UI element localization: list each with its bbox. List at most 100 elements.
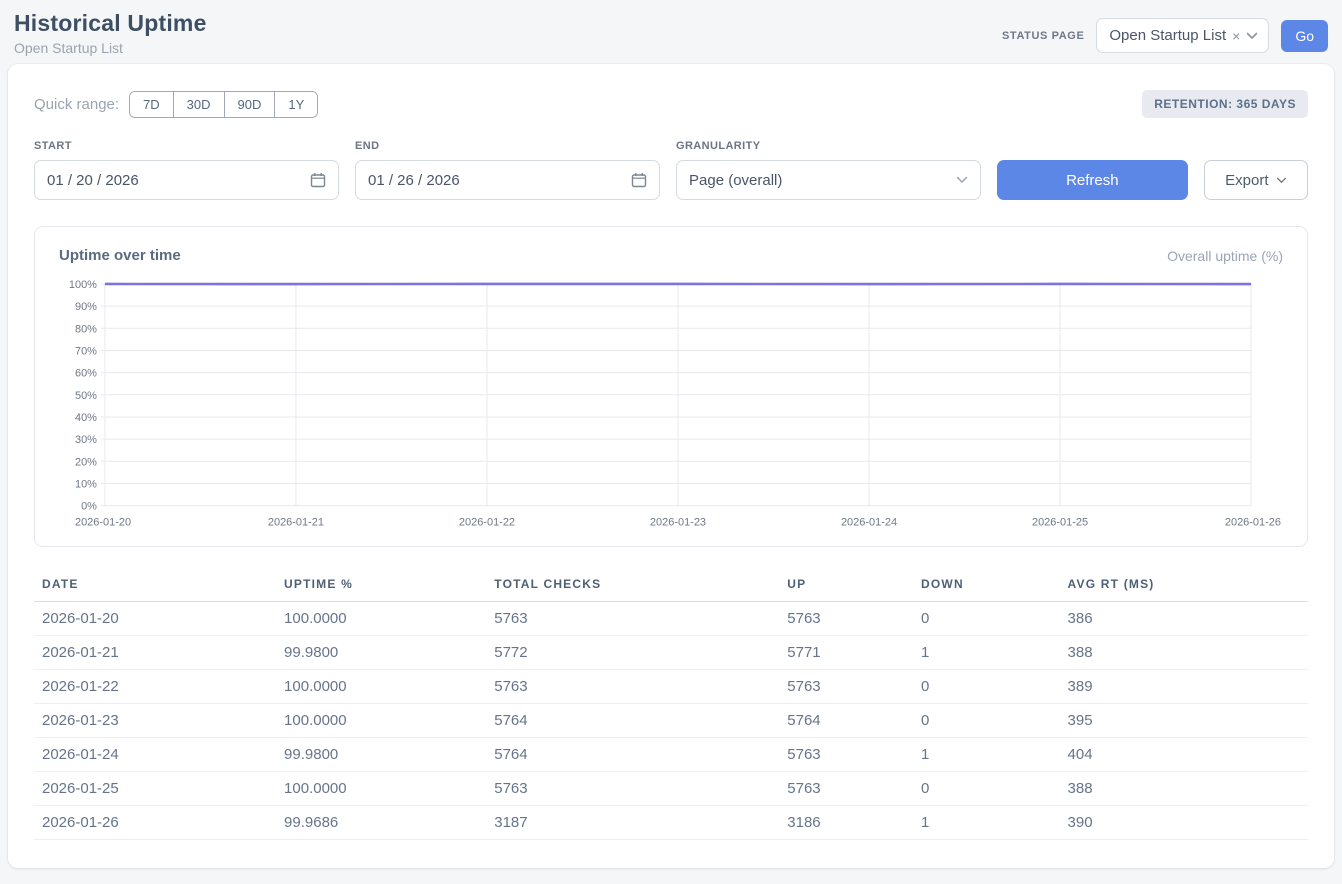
table-cell: 5764 [486,703,779,737]
quick-range-label: Quick range: [34,96,119,113]
column-header-avg-rt-ms-: AVG RT (MS) [1060,569,1308,602]
table-cell: 2026-01-21 [34,635,276,669]
y-axis-tick: 20% [75,456,97,468]
page-root: Historical Uptime Open Startup List STAT… [0,0,1342,868]
table-row: 2026-01-25100.0000576357630388 [34,771,1308,805]
table-cell: 404 [1060,737,1308,771]
end-date-field: END 01 / 26 / 2026 [355,140,660,200]
table-cell: 5763 [486,771,779,805]
end-date-input[interactable]: 01 / 26 / 2026 [355,160,660,200]
table-cell: 395 [1060,703,1308,737]
table-cell: 100.0000 [276,669,486,703]
chevron-down-icon [956,176,968,184]
table-cell: 5763 [779,737,913,771]
table-row: 2026-01-2199.9800577257711388 [34,635,1308,669]
table-cell: 389 [1060,669,1308,703]
table-cell: 1 [913,737,1060,771]
table-cell: 0 [913,669,1060,703]
retention-badge: RETENTION: 365 DAYS [1142,90,1308,118]
table-cell: 3186 [779,805,913,839]
table-cell: 5763 [779,669,913,703]
table-cell: 99.9800 [276,635,486,669]
x-axis-tick: 2026-01-24 [841,517,897,529]
table-cell: 2026-01-20 [34,601,276,635]
table-cell: 0 [913,771,1060,805]
table-cell: 2026-01-25 [34,771,276,805]
y-axis-tick: 50% [75,390,97,402]
table-cell: 3187 [486,805,779,839]
chart-svg: 0%10%20%30%40%50%60%70%80%90%100%2026-01… [59,274,1283,532]
start-date-value: 01 / 20 / 2026 [47,172,310,189]
filter-controls-row: START 01 / 20 / 2026 END 01 / 26 / 2026 … [34,140,1308,200]
y-axis-tick: 80% [75,323,97,335]
granularity-label: GRANULARITY [676,140,981,152]
calendar-icon[interactable] [310,172,326,188]
table-row: 2026-01-23100.0000576457640395 [34,703,1308,737]
end-label: END [355,140,660,152]
y-axis-tick: 0% [81,501,97,513]
table-cell: 100.0000 [276,771,486,805]
start-date-field: START 01 / 20 / 2026 [34,140,339,200]
table-cell: 390 [1060,805,1308,839]
refresh-button[interactable]: Refresh [997,160,1188,200]
chart-header: Uptime over time Overall uptime (%) [59,247,1283,264]
y-axis-tick: 30% [75,434,97,446]
clear-icon[interactable]: × [1232,29,1240,43]
x-axis-tick: 2026-01-23 [650,517,706,529]
table-row: 2026-01-20100.0000576357630386 [34,601,1308,635]
table-row: 2026-01-22100.0000576357630389 [34,669,1308,703]
granularity-select[interactable]: Page (overall) [676,160,981,200]
y-axis-tick: 40% [75,412,97,424]
export-button[interactable]: Export [1204,160,1308,200]
table-cell: 1 [913,805,1060,839]
main-panel: Quick range: 7D30D90D1Y RETENTION: 365 D… [8,64,1334,868]
table-cell: 100.0000 [276,601,486,635]
quick-range-30d[interactable]: 30D [173,92,224,117]
quick-range-1y[interactable]: 1Y [274,92,317,117]
calendar-icon[interactable] [631,172,647,188]
chevron-down-icon [1246,32,1258,40]
uptime-line-chart: 0%10%20%30%40%50%60%70%80%90%100%2026-01… [59,274,1283,532]
table-cell: 5763 [779,771,913,805]
chart-title: Uptime over time [59,247,181,264]
table-cell: 386 [1060,601,1308,635]
table-cell: 0 [913,601,1060,635]
quick-range-7d[interactable]: 7D [130,92,173,117]
go-button[interactable]: Go [1281,20,1328,52]
quick-range-group: 7D30D90D1Y [129,91,318,118]
status-page-select[interactable]: Open Startup List × [1096,18,1269,53]
column-header-total-checks: TOTAL CHECKS [486,569,779,602]
table-cell: 5764 [779,703,913,737]
chevron-down-icon [1276,177,1287,184]
table-cell: 2026-01-24 [34,737,276,771]
table-cell: 1 [913,635,1060,669]
start-date-input[interactable]: 01 / 20 / 2026 [34,160,339,200]
table-row: 2026-01-2699.9686318731861390 [34,805,1308,839]
table-cell: 2026-01-23 [34,703,276,737]
x-axis-tick: 2026-01-20 [75,517,131,529]
uptime-table: DATEUPTIME %TOTAL CHECKSUPDOWNAVG RT (MS… [34,569,1308,840]
status-page-label: STATUS PAGE [1002,30,1084,42]
title-block: Historical Uptime Open Startup List [14,10,207,56]
table-cell: 5763 [779,601,913,635]
page-subtitle: Open Startup List [14,40,207,56]
quick-range-90d[interactable]: 90D [224,92,275,117]
y-axis-tick: 90% [75,301,97,313]
granularity-field: GRANULARITY Page (overall) [676,140,981,200]
status-page-value: Open Startup List [1109,27,1226,44]
granularity-value: Page (overall) [689,172,956,189]
table-cell: 5772 [486,635,779,669]
table-row: 2026-01-2499.9800576457631404 [34,737,1308,771]
table-cell: 388 [1060,635,1308,669]
start-label: START [34,140,339,152]
table-cell: 0 [913,703,1060,737]
x-axis-tick: 2026-01-22 [459,517,515,529]
x-axis-tick: 2026-01-26 [1225,517,1281,529]
table-cell: 99.9686 [276,805,486,839]
x-axis-tick: 2026-01-21 [268,517,324,529]
table-cell: 2026-01-22 [34,669,276,703]
end-date-value: 01 / 26 / 2026 [368,172,631,189]
column-header-uptime-: UPTIME % [276,569,486,602]
export-label: Export [1225,172,1268,189]
x-axis-tick: 2026-01-25 [1032,517,1088,529]
